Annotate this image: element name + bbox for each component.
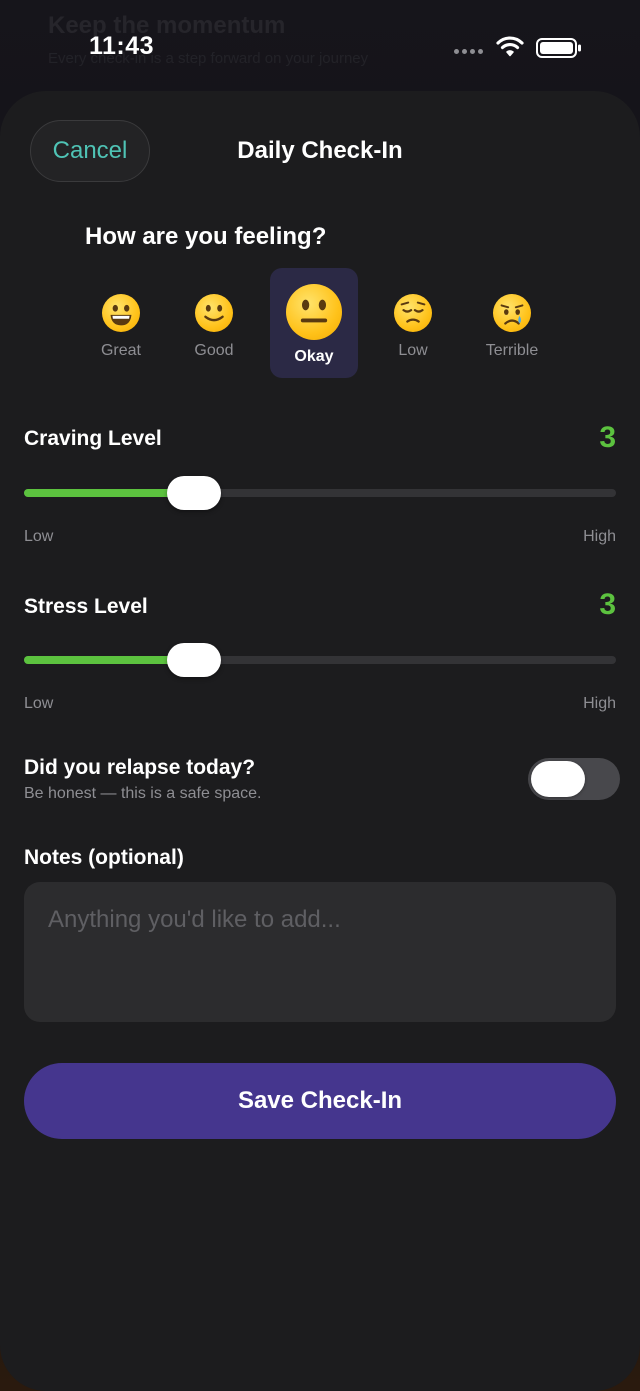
slightly-smiling-face-icon	[195, 294, 233, 332]
craving-slider[interactable]	[24, 476, 616, 510]
craving-high-label: High	[583, 528, 616, 545]
mood-label: Low	[398, 342, 428, 359]
neutral-face-icon	[286, 284, 342, 340]
wifi-icon	[496, 35, 524, 62]
notes-label: Notes (optional)	[24, 846, 184, 869]
craving-level-title: Craving Level	[24, 427, 162, 450]
mood-option-low[interactable]: Low	[369, 268, 457, 378]
battery-icon	[536, 38, 582, 63]
mood-label: Good	[194, 342, 234, 359]
mood-label: Great	[100, 342, 141, 359]
mood-option-good[interactable]: Good	[170, 268, 258, 378]
relapse-toggle-knob	[531, 761, 585, 797]
grinning-face-icon	[102, 294, 140, 332]
save-check-in-button[interactable]: Save Check-In	[24, 1063, 616, 1139]
craving-level-value: 3	[599, 421, 616, 454]
check-in-sheet: Cancel Daily Check-In How are you feelin…	[0, 91, 640, 1391]
mood-option-terrible[interactable]: Terrible	[468, 268, 556, 378]
stress-slider[interactable]	[24, 643, 616, 677]
stress-slider-thumb[interactable]	[167, 643, 222, 677]
craving-low-label: Low	[24, 528, 54, 545]
relapse-subtitle: Be honest — this is a safe space.	[24, 785, 262, 802]
status-time: 11:43	[89, 32, 155, 60]
relapse-toggle[interactable]	[528, 758, 620, 800]
stress-level-value: 3	[599, 588, 616, 621]
pensive-face-icon	[394, 294, 432, 332]
relapse-question: Did you relapse today?	[24, 756, 256, 779]
stress-low-label: Low	[24, 695, 54, 712]
craving-slider-thumb[interactable]	[167, 476, 222, 510]
status-bar: 11:43	[0, 0, 640, 90]
crying-face-icon	[493, 294, 531, 332]
mood-label: Terrible	[485, 342, 539, 359]
stress-level-title: Stress Level	[24, 595, 148, 618]
sheet-title: Daily Check-In	[237, 137, 403, 164]
notes-input[interactable]	[24, 882, 616, 1022]
mood-option-great[interactable]: Great	[77, 268, 165, 378]
mood-option-okay[interactable]: Okay	[270, 268, 358, 378]
stress-high-label: High	[583, 695, 616, 712]
mood-label: Okay	[294, 348, 334, 365]
mood-question: How are you feeling?	[85, 223, 327, 250]
